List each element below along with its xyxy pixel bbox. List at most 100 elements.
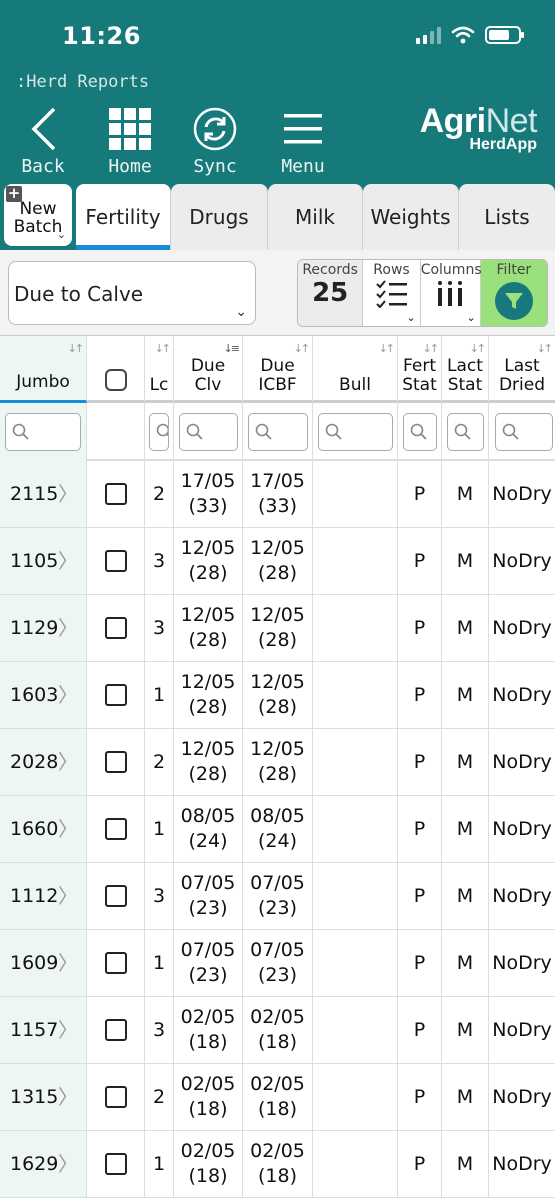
filter-input-jumbo[interactable] [5,413,81,451]
menu-button[interactable]: Menu [263,106,343,177]
tab-milk[interactable]: Milk [268,184,363,250]
cell-lact: M [442,796,489,862]
column-header-lc[interactable]: ↓↑ Lc [145,336,174,403]
tab-lists[interactable]: Lists [459,184,555,250]
report-select[interactable]: Due to Calve ⌄ [8,261,256,325]
table-row[interactable]: 1315 〉 2 02/05 (18) 02/05 (18) P M NoDry [0,1064,555,1131]
tab-milk-label: Milk [295,205,335,229]
cell-text: M [456,549,474,572]
row-checkbox[interactable] [104,550,127,572]
row-checkbox[interactable] [104,684,127,706]
battery-icon [485,26,524,44]
cell-lact: M [442,662,489,728]
cell-select [87,461,145,527]
cell-jumbo[interactable]: 2115 〉 [0,461,87,527]
row-checkbox[interactable] [104,885,127,907]
cell-text: 2115 [10,482,59,505]
row-checkbox[interactable] [104,1153,127,1175]
table-row[interactable]: 1660 〉 1 08/05 (24) 08/05 (24) P M NoDry [0,796,555,863]
row-checkbox[interactable] [104,751,127,773]
table-row[interactable]: 1157 〉 3 02/05 (18) 02/05 (18) P M NoDry [0,997,555,1064]
filter-icon [494,282,533,320]
filter-button[interactable]: Filter [480,260,547,326]
row-checkbox[interactable] [104,483,127,505]
columns-label: Columns [420,262,482,278]
back-chevron-icon [31,107,56,151]
cell-fert: P [398,796,442,862]
cell-text: 1609 [10,951,59,974]
cell-jumbo[interactable]: 1315 〉 [0,1064,87,1130]
filter-input-due-clv[interactable] [179,413,238,451]
table-row[interactable]: 2028 〉 2 12/05 (28) 12/05 (28) P M NoDry [0,729,555,796]
cell-jumbo[interactable]: 1129 〉 [0,595,87,661]
cell-jumbo[interactable]: 1112 〉 [0,863,87,929]
cell-due-icbf: 02/05 (18) [243,997,313,1063]
cell-jumbo[interactable]: 2028 〉 [0,729,87,795]
cell-text: 1660 [10,817,59,840]
cell-jumbo[interactable]: 1157 〉 [0,997,87,1063]
chevron-right-icon: 〉 [58,1151,78,1176]
column-header-lact-stat[interactable]: ↓↑ Lact Stat [442,336,489,403]
columns-button[interactable]: Columns ⌄ [420,260,482,326]
select-all-checkbox[interactable] [104,369,127,391]
column-header-bull[interactable]: ↓↑ Bull [313,336,398,403]
new-batch-button[interactable]: + New Batch ⌄ [4,184,72,246]
cell-text: 1105 [10,549,59,572]
filter-row [0,403,555,461]
tab-weights[interactable]: Weights [363,184,459,250]
column-label-lc: Lc [149,375,169,395]
cell-due-clv: 07/05 (23) [174,930,243,996]
chevron-right-icon: 〉 [58,749,78,774]
filter-input-due-icbf[interactable] [248,413,308,451]
table-row[interactable]: 1112 〉 3 07/05 (23) 07/05 (23) P M NoDry [0,863,555,930]
cell-fert: P [398,461,442,527]
cell-jumbo[interactable]: 1660 〉 [0,796,87,862]
rows-button[interactable]: Rows ⌄ [363,260,421,326]
row-checkbox[interactable] [104,617,127,639]
cell-jumbo[interactable]: 1629 〉 [0,1131,87,1197]
cell-jumbo[interactable]: 1603 〉 [0,662,87,728]
date-value: 17/05 [250,470,305,492]
row-checkbox[interactable] [104,952,127,974]
back-button[interactable]: Back [3,106,83,177]
sync-button[interactable]: Sync [175,106,255,177]
row-checkbox[interactable] [104,818,127,840]
sort-icon: ↓↑ [293,342,311,355]
cell-lc: 2 [145,1064,174,1130]
tab-drugs[interactable]: Drugs [171,184,268,250]
table-row[interactable]: 1105 〉 3 12/05 (28) 12/05 (28) P M NoDry [0,528,555,595]
column-header-jumbo[interactable]: ↓↑ Jumbo [0,336,87,403]
date-stack: 07/05 (23) [181,871,236,921]
table-row[interactable]: 1629 〉 1 02/05 (18) 02/05 (18) P M NoDry [0,1131,555,1198]
filter-input-bull[interactable] [318,413,393,451]
cell-text: M [456,951,474,974]
row-checkbox[interactable] [104,1019,127,1041]
column-header-fert-stat[interactable]: ↓↑ Fert Stat [398,336,442,403]
days-value: (23) [257,964,297,986]
cell-lact: M [442,528,489,594]
column-header-due-clv[interactable]: ↓≡ Due Clv [174,336,243,403]
cell-due-icbf: 12/05 (28) [243,528,313,594]
cell-text: M [456,884,474,907]
filter-input-last-dried[interactable] [495,413,553,451]
chevron-right-icon: 〉 [58,481,78,506]
table-row[interactable]: 1609 〉 1 07/05 (23) 07/05 (23) P M NoDry [0,930,555,997]
row-checkbox[interactable] [104,1086,127,1108]
date-stack: 12/05 (28) [181,737,236,787]
table-row[interactable]: 1603 〉 1 12/05 (28) 12/05 (28) P M NoDry [0,662,555,729]
date-stack: 08/05 (24) [181,804,236,854]
column-header-last-dried[interactable]: ↓↑ Last Dried [489,336,555,403]
filter-input-lc[interactable] [149,413,169,451]
table-row[interactable]: 1129 〉 3 12/05 (28) 12/05 (28) P M NoDry [0,595,555,662]
table-row[interactable]: 2115 〉 2 17/05 (33) 17/05 (33) P M NoDry [0,461,555,528]
date-value: 17/05 [180,470,236,492]
search-icon [454,423,471,440]
column-header-due-icbf[interactable]: ↓↑ Due ICBF [243,336,313,403]
cell-jumbo[interactable]: 1609 〉 [0,930,87,996]
filter-input-lact[interactable] [447,413,484,451]
cell-jumbo[interactable]: 1105 〉 [0,528,87,594]
filter-input-fert[interactable] [403,413,437,451]
cellular-signal-icon [416,26,441,44]
home-button[interactable]: Home [90,106,170,177]
tab-fertility[interactable]: Fertility [76,184,171,250]
